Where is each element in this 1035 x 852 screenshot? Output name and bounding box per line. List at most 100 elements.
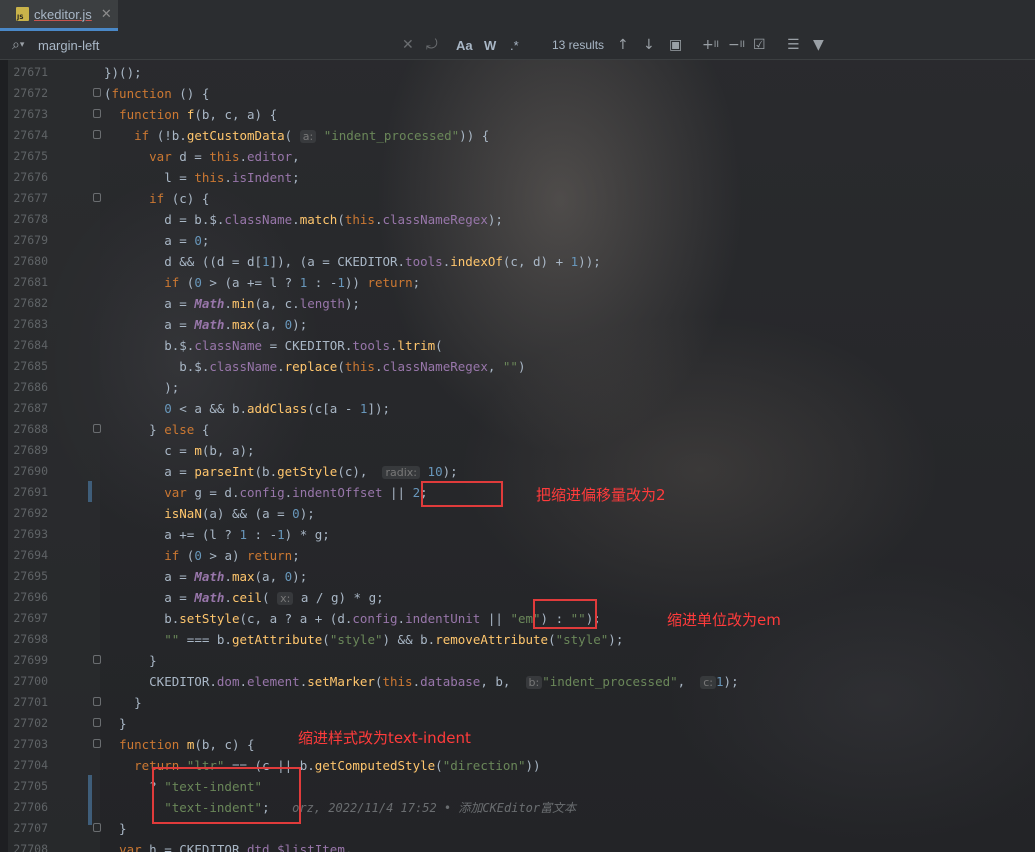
code-line[interactable]: 27702 } — [0, 713, 1035, 734]
code-line[interactable]: 27691 var g = d.config.indentOffset || 2… — [0, 482, 1035, 503]
line-number[interactable]: 27683 — [10, 314, 48, 335]
code-text[interactable]: if (0 > (a += l ? 1 : -1)) return; — [104, 272, 420, 293]
line-number[interactable]: 27691 — [10, 482, 48, 503]
line-number[interactable]: 27697 — [10, 608, 48, 629]
line-number[interactable]: 27674 — [10, 125, 48, 146]
previous-occurrence-icon[interactable]: ↑ — [617, 31, 629, 59]
code-text[interactable]: d && ((d = d[1]), (a = CKEDITOR.tools.in… — [104, 251, 601, 272]
code-text[interactable]: b.$.className = CKEDITOR.tools.ltrim( — [104, 335, 443, 356]
code-line[interactable]: 27678 d = b.$.className.match(this.class… — [0, 209, 1035, 230]
code-text[interactable]: b.setStyle(c, a ? a + (d.config.indentUn… — [104, 608, 601, 629]
search-history-icon[interactable]: ⌕ ▾ — [12, 31, 24, 59]
match-case-button[interactable]: Aa — [456, 31, 473, 59]
code-text[interactable]: a += (l ? 1 : -1) * g; — [104, 524, 330, 545]
code-text[interactable]: if (0 > a) return; — [104, 545, 300, 566]
code-line[interactable]: 27674 if (!b.getCustomData( a: "indent_p… — [0, 125, 1035, 146]
code-line[interactable]: 27703 function m(b, c) { — [0, 734, 1035, 755]
line-number[interactable]: 27693 — [10, 524, 48, 545]
code-line[interactable]: 27672 (function () { — [0, 83, 1035, 104]
line-number[interactable]: 27688 — [10, 419, 48, 440]
line-number[interactable]: 27673 — [10, 104, 48, 125]
line-number[interactable]: 27701 — [10, 692, 48, 713]
code-line[interactable]: 27695 a = Math.max(a, 0); — [0, 566, 1035, 587]
line-number[interactable]: 27681 — [10, 272, 48, 293]
code-line[interactable]: 27698 "" === b.getAttribute("style") && … — [0, 629, 1035, 650]
code-text[interactable]: if (c) { — [104, 188, 209, 209]
line-number[interactable]: 27672 — [10, 83, 48, 104]
line-number[interactable]: 27692 — [10, 503, 48, 524]
line-number[interactable]: 27704 — [10, 755, 48, 776]
code-line[interactable]: 27699 } — [0, 650, 1035, 671]
next-occurrence-icon[interactable]: ↓ — [643, 31, 655, 59]
code-text[interactable]: } — [104, 818, 127, 839]
fold-marker-icon[interactable] — [93, 109, 101, 118]
code-text[interactable]: b.$.className.replace(this.classNameRege… — [104, 356, 525, 377]
code-line[interactable]: 27681 if (0 > (a += l ? 1 : -1)) return; — [0, 272, 1035, 293]
line-number[interactable]: 27676 — [10, 167, 48, 188]
code-text[interactable]: a = Math.max(a, 0); — [104, 314, 307, 335]
code-line[interactable]: 27682 a = Math.min(a, c.length); — [0, 293, 1035, 314]
code-line[interactable]: 27677 if (c) { — [0, 188, 1035, 209]
code-line[interactable]: 27689 c = m(b, a); — [0, 440, 1035, 461]
line-number[interactable]: 27678 — [10, 209, 48, 230]
code-text[interactable]: d = b.$.className.match(this.classNameRe… — [104, 209, 503, 230]
code-text[interactable]: if (!b.getCustomData( a: "indent_process… — [104, 125, 489, 147]
toggle-selection-icon[interactable]: ☑ — [753, 31, 766, 59]
select-all-occurrences-icon[interactable]: ▣ — [669, 31, 682, 59]
line-number[interactable]: 27698 — [10, 629, 48, 650]
code-line[interactable]: 27675 var d = this.editor, — [0, 146, 1035, 167]
regex-button[interactable]: .* — [510, 31, 519, 59]
fold-marker-icon[interactable] — [93, 130, 101, 139]
search-input[interactable]: margin-left — [38, 31, 99, 59]
code-line[interactable]: 27696 a = Math.ceil( x: a / g) * g; — [0, 587, 1035, 608]
line-number[interactable]: 27687 — [10, 398, 48, 419]
code-text[interactable]: isNaN(a) && (a = 0); — [104, 503, 315, 524]
code-line[interactable]: 27673 function f(b, c, a) { — [0, 104, 1035, 125]
fold-marker-icon[interactable] — [93, 424, 101, 433]
fold-marker-icon[interactable] — [93, 697, 101, 706]
code-line[interactable]: 27692 isNaN(a) && (a = 0); — [0, 503, 1035, 524]
code-line[interactable]: 27684 b.$.className = CKEDITOR.tools.ltr… — [0, 335, 1035, 356]
filter-icon[interactable]: ▼ — [813, 31, 824, 59]
filter-search-results-icon[interactable]: ☰ — [787, 31, 800, 59]
line-number[interactable]: 27671 — [10, 62, 48, 83]
fold-marker-icon[interactable] — [93, 88, 101, 97]
new-line-icon[interactable]: ⤾ — [426, 31, 438, 59]
close-tab-icon[interactable]: ✕ — [101, 7, 112, 22]
line-number[interactable]: 27696 — [10, 587, 48, 608]
code-text[interactable]: var h = CKEDITOR.dtd.$listItem, — [104, 839, 352, 852]
line-number[interactable]: 27680 — [10, 251, 48, 272]
code-text[interactable]: } — [104, 650, 157, 671]
code-text[interactable]: var g = d.config.indentOffset || 2; — [104, 482, 427, 503]
code-line[interactable]: 27694 if (0 > a) return; — [0, 545, 1035, 566]
code-line[interactable]: 27700 CKEDITOR.dom.element.setMarker(thi… — [0, 671, 1035, 692]
line-number[interactable]: 27679 — [10, 230, 48, 251]
code-line[interactable]: 27679 a = 0; — [0, 230, 1035, 251]
line-number[interactable]: 27690 — [10, 461, 48, 482]
code-text[interactable]: a = Math.ceil( x: a / g) * g; — [104, 587, 384, 609]
code-line[interactable]: 27690 a = parseInt(b.getStyle(c), radix:… — [0, 461, 1035, 482]
code-text[interactable]: var d = this.editor, — [104, 146, 300, 167]
remove-selection-icon[interactable]: − II — [728, 31, 745, 59]
line-number[interactable]: 27694 — [10, 545, 48, 566]
code-line[interactable]: 27680 d && ((d = d[1]), (a = CKEDITOR.to… — [0, 251, 1035, 272]
line-number[interactable]: 27689 — [10, 440, 48, 461]
code-line[interactable]: 27687 0 < a && b.addClass(c[a - 1]); — [0, 398, 1035, 419]
line-number[interactable]: 27685 — [10, 356, 48, 377]
code-text[interactable]: c = m(b, a); — [104, 440, 254, 461]
fold-marker-icon[interactable] — [93, 823, 101, 832]
line-number[interactable]: 27705 — [10, 776, 48, 797]
code-text[interactable]: })(); — [104, 62, 142, 83]
code-line[interactable]: 27697 b.setStyle(c, a ? a + (d.config.in… — [0, 608, 1035, 629]
code-line[interactable]: 27685 b.$.className.replace(this.classNa… — [0, 356, 1035, 377]
code-line[interactable]: 27671 })(); — [0, 62, 1035, 83]
line-number[interactable]: 27708 — [10, 839, 48, 852]
code-line[interactable]: 27708 var h = CKEDITOR.dtd.$listItem, — [0, 839, 1035, 852]
code-text[interactable]: a = Math.min(a, c.length); — [104, 293, 360, 314]
fold-marker-icon[interactable] — [93, 739, 101, 748]
code-line[interactable]: 27676 l = this.isIndent; — [0, 167, 1035, 188]
line-number[interactable]: 27682 — [10, 293, 48, 314]
code-text[interactable]: 0 < a && b.addClass(c[a - 1]); — [104, 398, 390, 419]
code-text[interactable]: (function () { — [104, 83, 209, 104]
code-text[interactable]: } else { — [104, 419, 209, 440]
